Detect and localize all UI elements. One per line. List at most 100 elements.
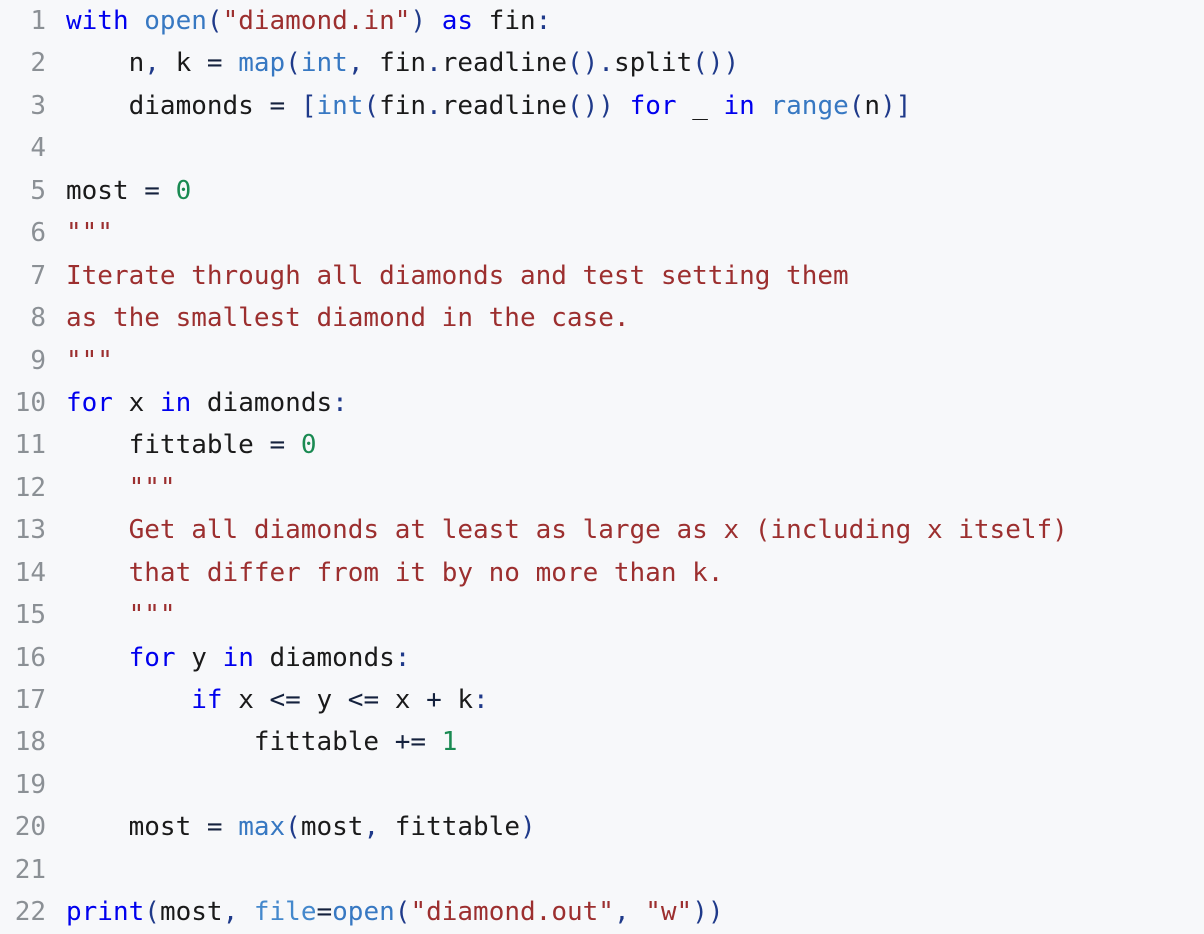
code-token-keyword: print <box>66 897 145 928</box>
code-line-text[interactable]: """ <box>46 212 1204 254</box>
code-line-text[interactable]: fittable += 1 <box>46 721 1204 763</box>
code-viewer[interactable]: 1 with open("diamond.in") as fin: 2 n, k =… <box>0 0 1204 934</box>
code-line[interactable]: 4 <box>0 127 1204 169</box>
code-token-doc: """ <box>66 345 113 376</box>
code-line-text[interactable]: print(most, file=open("diamond.out", "w"… <box>46 891 1204 933</box>
code-token-punct: . <box>426 90 442 121</box>
code-line[interactable]: 8 as the smallest diamond in the case. <box>0 297 1204 339</box>
code-line[interactable]: 1 with open("diamond.in") as fin: <box>0 0 1204 42</box>
code-token-number: 0 <box>300 430 317 461</box>
line-number: 3 <box>30 90 46 121</box>
code-token-keyword: in <box>222 642 254 673</box>
code-token-kwarg: file <box>253 897 317 928</box>
code-line-text[interactable]: Iterate through all diamonds and test se… <box>46 255 1204 297</box>
code-line[interactable]: 20 most = max(most, fittable) <box>0 806 1204 848</box>
code-token-punct: () <box>566 48 599 79</box>
code-token-punct: . <box>426 48 442 79</box>
code-token-doc: """ <box>128 472 176 503</box>
code-line-text[interactable]: as the smallest diamond in the case. <box>46 297 1204 339</box>
code-token-plain: n <box>864 90 881 121</box>
code-token-punct: ( <box>285 48 301 79</box>
code-token-op: <= <box>347 685 380 715</box>
code-token-punct: ()) <box>692 48 740 79</box>
code-line-text[interactable]: """ <box>46 594 1204 636</box>
code-token-punct: ( <box>285 812 301 843</box>
code-line-text[interactable]: if x <= y <= x + k: <box>46 679 1204 721</box>
code-line[interactable]: 9 """ <box>0 340 1204 382</box>
code-line[interactable]: 5 most = 0 <box>0 170 1204 212</box>
code-token-punct: )) <box>692 897 724 928</box>
line-number: 6 <box>30 218 46 249</box>
code-token-plain: n <box>66 48 145 79</box>
code-line[interactable]: 10 for x in diamonds: <box>0 382 1204 424</box>
code-token-punct: : <box>394 642 411 673</box>
code-line[interactable]: 19 <box>0 764 1204 806</box>
code-line-text[interactable] <box>46 764 1204 806</box>
code-line-text[interactable]: for x in diamonds: <box>46 382 1204 424</box>
code-line-text[interactable]: for y in diamonds: <box>46 637 1204 679</box>
line-number: 1 <box>30 6 46 36</box>
code-token-plain: split <box>613 48 693 79</box>
code-token-punct: ( <box>394 897 411 928</box>
code-token-doc: Iterate through all diamonds and test se… <box>66 260 849 291</box>
code-token-op: = <box>269 430 286 461</box>
code-line-text[interactable] <box>46 127 1204 169</box>
code-line[interactable]: 18 fittable += 1 <box>0 721 1204 763</box>
code-line[interactable]: 17 if x <= y <= x + k: <box>0 679 1204 721</box>
code-token-plain: readline <box>441 48 567 79</box>
code-line[interactable]: 22 print(most, file=open("diamond.out", "… <box>0 891 1204 933</box>
code-line[interactable]: 6 """ <box>0 212 1204 254</box>
code-token-op: + <box>426 685 442 715</box>
code-line-text[interactable]: most = max(most, fittable) <box>46 806 1204 848</box>
code-line-text[interactable]: n, k = map(int, fin.readline().split()) <box>46 42 1204 84</box>
code-line-text[interactable]: that differ from it by no more than k. <box>46 552 1204 594</box>
code-token-punct: ( <box>848 90 865 121</box>
code-line-text[interactable]: """ <box>46 467 1204 509</box>
code-token-plain: most <box>66 175 145 206</box>
code-token-string: "w" <box>645 897 693 928</box>
code-token-op: = <box>316 897 333 928</box>
code-token-plain: x <box>379 685 427 715</box>
code-line[interactable]: 7 Iterate through all diamonds and test s… <box>0 255 1204 297</box>
line-number: 10 <box>14 387 46 418</box>
code-token-punct: ()) <box>566 90 614 121</box>
code-line-text[interactable]: fittable = 0 <box>46 424 1204 466</box>
code-line[interactable]: 13 Get all diamonds at least as large as… <box>0 509 1204 551</box>
code-token-punct: ) <box>410 6 427 36</box>
code-line-text[interactable] <box>46 849 1204 891</box>
code-line[interactable]: 11 fittable = 0 <box>0 424 1204 466</box>
code-token-doc: that differ from it by no more than k. <box>128 557 724 588</box>
code-token-punct: [ <box>300 90 317 121</box>
code-line-text[interactable]: Get all diamonds at least as large as x … <box>46 509 1204 551</box>
code-line[interactable]: 14 that differ from it by no more than k… <box>0 552 1204 594</box>
code-token-punct: , <box>363 812 380 843</box>
code-line-text[interactable]: """ <box>46 340 1204 382</box>
code-line[interactable]: 21 <box>0 849 1204 891</box>
code-line[interactable]: 2 n, k = map(int, fin.readline().split()… <box>0 42 1204 84</box>
code-token-builtin: open <box>144 6 207 36</box>
code-line-text[interactable]: diamonds = [int(fin.readline()) for _ in… <box>46 85 1204 127</box>
code-line[interactable]: 15 """ <box>0 594 1204 636</box>
code-line[interactable]: 3 diamonds = [int(fin.readline()) for _ … <box>0 85 1204 127</box>
code-line-text[interactable]: most = 0 <box>46 170 1204 212</box>
code-line-text[interactable]: with open("diamond.in") as fin: <box>46 0 1204 42</box>
line-number: 22 <box>14 897 46 928</box>
code-token-string: "diamond.in" <box>222 6 411 36</box>
line-number: 2 <box>30 48 46 79</box>
code-token-doc: """ <box>128 600 176 631</box>
code-token-op: = <box>206 812 223 843</box>
code-line[interactable]: 16 for y in diamonds: <box>0 637 1204 679</box>
code-token-builtin: max <box>238 812 286 843</box>
code-token-keyword: if <box>191 685 223 715</box>
code-token-plain: y <box>175 642 223 673</box>
code-token-plain: fittable <box>66 430 270 461</box>
code-line[interactable]: 12 """ <box>0 467 1204 509</box>
code-token-plain: _ <box>676 90 724 121</box>
